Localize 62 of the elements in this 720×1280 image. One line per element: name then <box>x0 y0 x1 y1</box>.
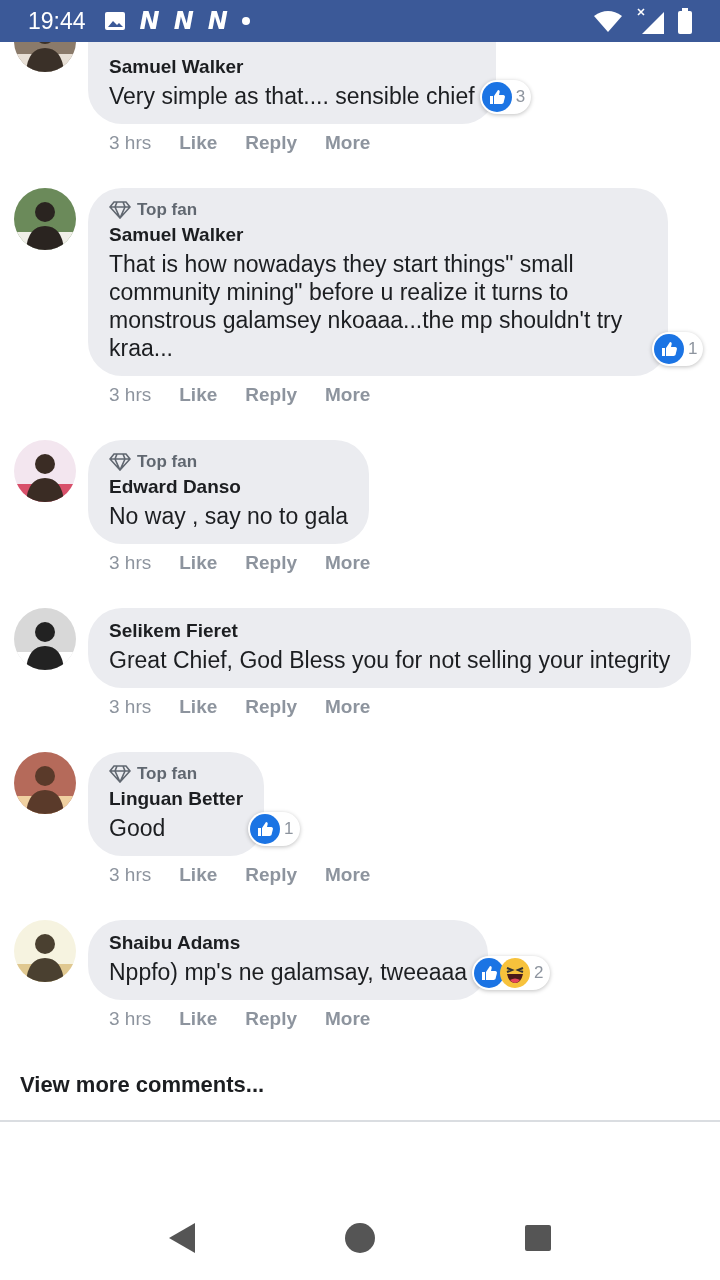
reaction-summary[interactable]: 1 <box>652 332 704 366</box>
comment-time: 3 hrs <box>109 696 152 718</box>
notification-icon: N <box>207 7 228 35</box>
comment-action[interactable]: Like <box>179 864 218 886</box>
author-name[interactable]: Shaibu Adams <box>109 932 468 954</box>
comment-time: 3 hrs <box>109 552 152 574</box>
comment-action[interactable]: More <box>325 384 371 406</box>
diamond-icon <box>109 453 131 471</box>
comment-action[interactable]: Like <box>179 1008 218 1030</box>
top-fan-label: Top fan <box>137 452 198 472</box>
comment-action[interactable]: More <box>325 1008 371 1030</box>
reaction-count: 2 <box>534 963 544 983</box>
reaction-summary[interactable]: 1 <box>248 812 300 846</box>
comment-action[interactable]: Like <box>179 552 218 574</box>
comment-action[interactable]: Reply <box>245 1008 298 1030</box>
comment-text: No way , say no to gala <box>109 502 349 530</box>
back-icon[interactable] <box>169 1223 195 1253</box>
view-more-comments-link[interactable]: View more comments... <box>20 1072 265 1098</box>
top-fan-label: Top fan <box>137 764 198 784</box>
comment-action[interactable]: More <box>325 552 371 574</box>
comment-action[interactable]: Reply <box>245 864 298 886</box>
comment-text: Very simple as that.... sensible chief <box>109 82 475 110</box>
notification-icon: N <box>139 7 160 35</box>
image-icon <box>103 11 126 31</box>
comment-action[interactable]: Reply <box>245 552 298 574</box>
comment-time: 3 hrs <box>109 384 152 406</box>
author-name[interactable]: Samuel Walker <box>109 56 475 78</box>
top-fan-label: Top fan <box>137 200 198 220</box>
reaction-count: 1 <box>284 819 294 839</box>
comment-action[interactable]: Reply <box>245 132 298 154</box>
comment-action[interactable]: Like <box>179 696 218 718</box>
author-name[interactable]: Edward Danso <box>109 476 349 498</box>
diamond-icon <box>109 201 131 219</box>
wifi-icon <box>594 10 622 32</box>
comment-text: Great Chief, God Bless you for not selling your integrity <box>109 646 671 674</box>
comment-action[interactable]: Reply <box>245 696 298 718</box>
comment-action[interactable]: Like <box>179 132 218 154</box>
comment-text: Good <box>109 814 167 842</box>
comment-time: 3 hrs <box>109 1008 152 1030</box>
status-time: 19:44 <box>28 7 86 35</box>
comment-action[interactable]: Like <box>179 384 218 406</box>
reaction-summary[interactable]: 2 <box>472 956 550 990</box>
author-name[interactable]: Selikem Fieret <box>109 620 671 642</box>
comment-time: 3 hrs <box>109 864 152 886</box>
comment-action[interactable]: More <box>325 696 371 718</box>
comment-action[interactable]: More <box>325 864 371 886</box>
battery-icon <box>678 8 692 34</box>
diamond-icon <box>109 765 131 783</box>
reaction-count: 1 <box>688 339 698 359</box>
comment-time: 3 hrs <box>109 132 152 154</box>
dot-icon <box>241 17 250 25</box>
comment-action[interactable]: More <box>325 132 371 154</box>
home-icon[interactable] <box>345 1223 375 1253</box>
reaction-summary[interactable]: 3 <box>479 80 532 114</box>
author-name[interactable]: Linguan Better <box>109 788 244 810</box>
comment-text: That is how nowadays they start things" small community mining" before u realize it turns to monstrous galamsey nkoaaa...the mp shouldn't try kraa... <box>109 250 624 362</box>
notification-icon: N <box>173 7 194 35</box>
reaction-count: 3 <box>515 87 526 107</box>
author-name[interactable]: Samuel Walker <box>109 224 647 246</box>
comment-text: Nppfo) mp's ne galamsay, tweeaaa <box>109 958 468 986</box>
comment-action[interactable]: Reply <box>245 384 298 406</box>
signal-icon <box>636 8 664 34</box>
